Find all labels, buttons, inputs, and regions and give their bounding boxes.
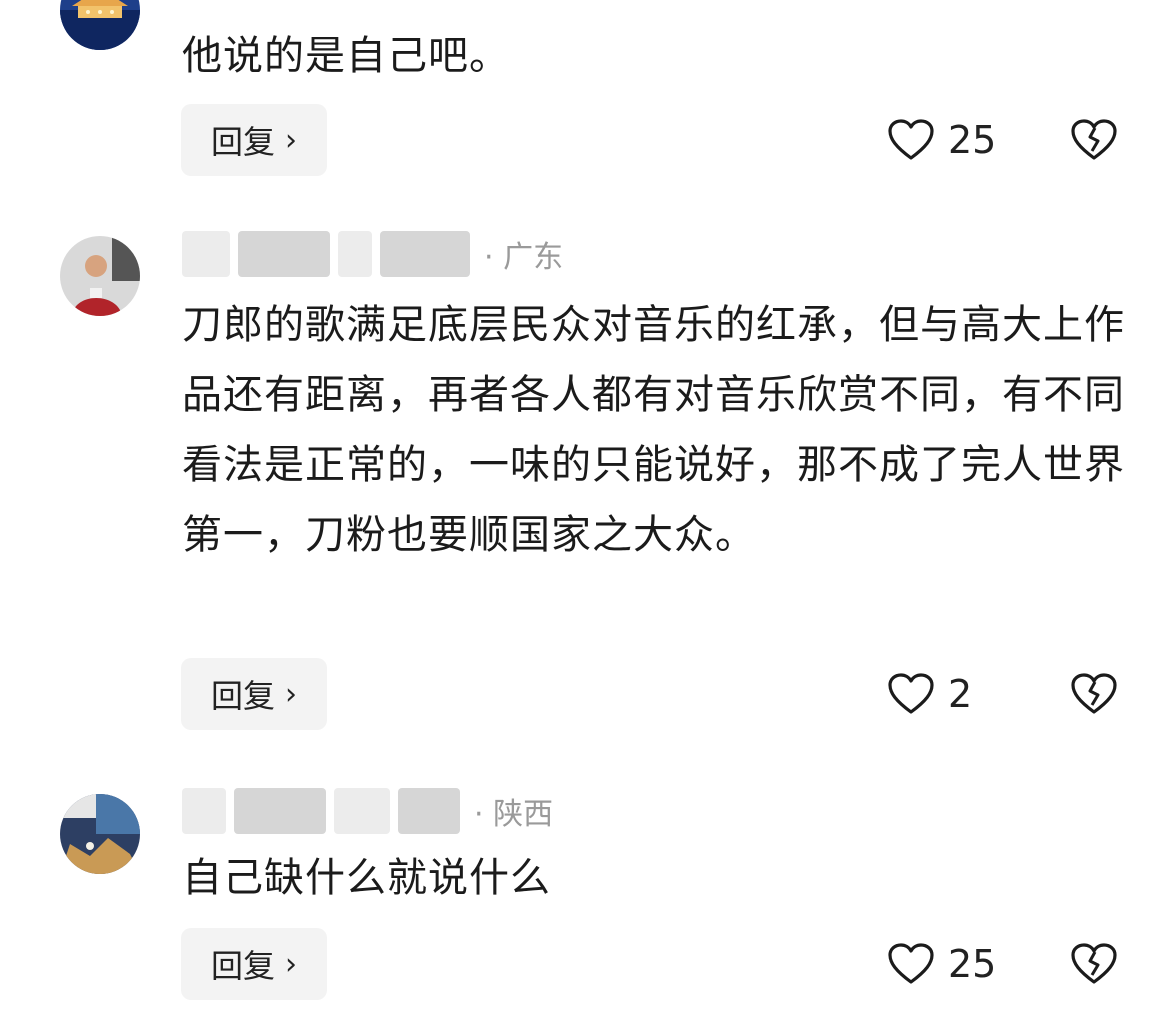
comment-meta: · 陕西 — [182, 785, 553, 837]
blurred-timestamp — [338, 231, 372, 277]
reply-button[interactable]: 回复 › — [181, 928, 327, 1000]
reply-label: 回复 — [210, 947, 275, 985]
like-button[interactable]: 25 — [888, 104, 996, 176]
broken-heart-icon — [1071, 119, 1117, 160]
heart-outline-icon — [888, 943, 934, 984]
broken-heart-icon — [1071, 673, 1117, 714]
dislike-button[interactable] — [1068, 104, 1120, 176]
like-button[interactable]: 2 — [888, 658, 972, 730]
blurred-timestamp — [380, 231, 470, 277]
comment-region: · 广东 — [484, 240, 564, 275]
user-avatar[interactable] — [60, 0, 140, 50]
user-avatar[interactable] — [60, 236, 140, 316]
blurred-timestamp — [398, 788, 460, 834]
comment-meta: · 广东 — [182, 228, 563, 280]
reply-button[interactable]: 回复 › — [181, 104, 327, 176]
reply-label: 回复 — [210, 123, 275, 161]
comment-region: · 陕西 — [474, 797, 554, 832]
chevron-right-icon: › — [285, 122, 297, 158]
like-count: 25 — [948, 942, 997, 986]
comment-text: 自己缺什么就说什么 — [182, 855, 551, 901]
like-button[interactable]: 25 — [888, 928, 996, 1000]
chevron-right-icon: › — [285, 676, 297, 712]
heart-outline-icon — [888, 119, 934, 160]
reply-label: 回复 — [210, 677, 275, 715]
like-count: 25 — [948, 118, 997, 162]
broken-heart-icon — [1071, 943, 1117, 984]
blurred-timestamp — [334, 788, 390, 834]
like-count: 2 — [948, 672, 973, 716]
comment-text: 他说的是自己吧。 — [182, 33, 510, 79]
blurred-username — [182, 788, 226, 834]
dislike-button[interactable] — [1068, 928, 1120, 1000]
reply-button[interactable]: 回复 › — [181, 658, 327, 730]
blurred-username — [182, 231, 230, 277]
blurred-username — [234, 788, 326, 834]
blurred-username — [238, 231, 330, 277]
user-avatar[interactable] — [60, 794, 140, 874]
chevron-right-icon: › — [285, 946, 297, 982]
dislike-button[interactable] — [1068, 658, 1120, 730]
heart-outline-icon — [888, 673, 934, 714]
comment-text: 刀郎的歌满足底层民众对音乐的红承，但与高大上作品还有距离，再者各人都有对音乐欣赏… — [182, 302, 1125, 558]
